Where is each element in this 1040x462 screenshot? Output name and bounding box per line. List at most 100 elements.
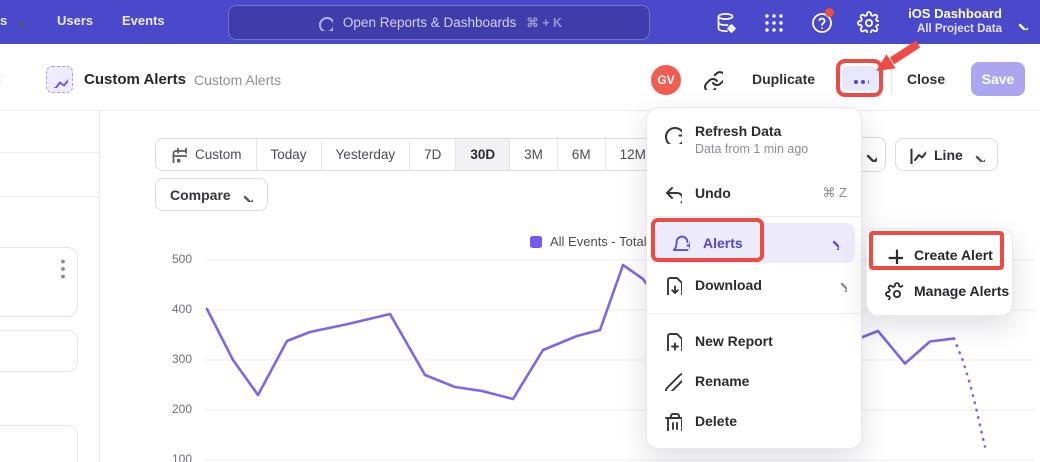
- delete-label: Delete: [695, 413, 737, 429]
- range-custom-label: Custom: [195, 147, 242, 162]
- plus-icon: [885, 246, 903, 264]
- card-kebab-menu-icon[interactable]: [51, 257, 65, 283]
- menu-item-rename[interactable]: Rename: [647, 362, 863, 400]
- y-tick-label: 500: [148, 252, 192, 266]
- chevron-down-icon: [862, 147, 877, 162]
- compare-button[interactable]: Compare: [155, 178, 268, 211]
- undo-icon: [663, 184, 682, 203]
- range-yesterday[interactable]: Yesterday: [322, 139, 411, 170]
- pencil-icon: [663, 372, 682, 391]
- alert-card[interactable]: [0, 247, 78, 317]
- app-window: 500400300200100 All Events - Total s Use…: [0, 0, 1040, 462]
- submenu-item-manage-alerts[interactable]: Manage Alerts: [875, 275, 1006, 307]
- data-management-icon[interactable]: [714, 11, 736, 33]
- project-title: iOS Dashboard: [908, 5, 1002, 22]
- left-panel-row-divider: [0, 152, 99, 153]
- series-line-projected[interactable]: [954, 339, 985, 447]
- save-button[interactable]: Save: [971, 62, 1025, 96]
- more-options-button[interactable]: [842, 66, 878, 91]
- alerts-label: Alerts: [703, 235, 743, 251]
- range-7d[interactable]: 7D: [410, 139, 456, 170]
- search-placeholder: Open Reports & Dashboards: [343, 15, 516, 30]
- menu-item-undo[interactable]: Undo ⌘ Z: [647, 174, 863, 212]
- create-alert-label: Create Alert: [914, 247, 993, 263]
- help-notification-badge: [825, 8, 834, 17]
- page-title: Custom Alerts: [84, 71, 186, 88]
- chevron-down-icon: [14, 14, 27, 27]
- y-tick-label: 300: [148, 352, 192, 366]
- calendar-icon: [170, 146, 187, 163]
- file-download-icon: [663, 276, 682, 295]
- alert-card[interactable]: [0, 425, 78, 462]
- report-type-icon[interactable]: [46, 66, 73, 93]
- nav-item-boards-label: s: [0, 13, 7, 28]
- new-report-label: New Report: [695, 333, 773, 349]
- y-tick-label: 100: [148, 452, 192, 462]
- gear-icon: [885, 282, 903, 300]
- menu-separator: [647, 313, 863, 314]
- undo-shortcut: ⌘ Z: [822, 185, 847, 201]
- undo-label: Undo: [695, 185, 731, 201]
- line-chart-icon: [908, 146, 926, 164]
- project-subtitle: All Project Data: [908, 22, 1002, 36]
- refresh-data-sublabel: Data from 1 min ago: [695, 142, 808, 156]
- avatar[interactable]: GV: [651, 65, 681, 95]
- search-icon: [316, 14, 333, 31]
- range-6m[interactable]: 6M: [558, 139, 606, 170]
- refresh-icon: [663, 125, 682, 144]
- header-divider: [0, 110, 1040, 111]
- settings-gear-icon[interactable]: [857, 11, 879, 33]
- menu-item-new-report[interactable]: New Report: [647, 322, 863, 360]
- chevron-right-icon: [825, 236, 839, 250]
- alerts-submenu: Create Alert Manage Alerts: [866, 228, 1013, 316]
- menu-item-alerts[interactable]: Alerts: [655, 223, 855, 263]
- search-shortcut: ⌘ + K: [526, 15, 562, 30]
- legend-swatch[interactable]: [530, 236, 542, 248]
- left-panel-row-divider: [0, 196, 99, 197]
- more-options-menu: Refresh Data Data from 1 min ago Undo ⌘ …: [646, 107, 862, 449]
- chart-type-button[interactable]: Line: [895, 138, 998, 171]
- menu-item-download[interactable]: Download: [647, 265, 863, 305]
- nav-item-boards-cut[interactable]: s: [0, 13, 27, 28]
- file-plus-icon: [663, 332, 682, 351]
- y-axis-labels: 500400300200100: [148, 0, 192, 462]
- rename-label: Rename: [695, 373, 749, 389]
- project-selector[interactable]: iOS Dashboard All Project Data: [908, 5, 1002, 36]
- chevron-down-icon: [239, 188, 253, 202]
- y-tick-label: 400: [148, 302, 192, 316]
- duplicate-button[interactable]: Duplicate: [752, 71, 815, 87]
- ellipsis-icon: [851, 70, 869, 88]
- nav-item-events[interactable]: Events: [122, 13, 165, 28]
- date-range-control: Custom Today Yesterday 7D 30D 3M 6M 12M: [155, 138, 661, 171]
- menu-item-delete[interactable]: Delete: [647, 402, 863, 440]
- copy-link-icon[interactable]: [703, 70, 723, 90]
- alert-card[interactable]: [0, 330, 78, 372]
- legend-label: All Events - Total: [550, 234, 647, 249]
- header-vertical-divider: [891, 64, 892, 95]
- chart-type-label: Line: [934, 147, 963, 163]
- manage-alerts-label: Manage Alerts: [914, 283, 1009, 299]
- top-nav-bar: s Users Events Open Reports & Dashboards…: [0, 0, 1040, 44]
- bell-plus-icon: [671, 234, 690, 253]
- back-chevron-cut[interactable]: ‹: [0, 68, 2, 91]
- range-30d-selected[interactable]: 30D: [456, 139, 510, 170]
- chevron-down-icon: [1014, 16, 1028, 30]
- nav-item-users[interactable]: Users: [57, 13, 93, 28]
- apps-grid-icon[interactable]: [762, 11, 784, 33]
- range-today[interactable]: Today: [257, 139, 322, 170]
- menu-item-refresh-data[interactable]: Refresh Data Data from 1 min ago: [647, 116, 863, 164]
- chart-legend: All Events - Total: [530, 234, 647, 249]
- left-panel-divider: [99, 110, 100, 462]
- compare-label: Compare: [170, 187, 231, 203]
- refresh-data-label: Refresh Data: [695, 123, 808, 139]
- menu-separator: [647, 216, 863, 217]
- download-label: Download: [695, 277, 762, 293]
- chevron-right-icon: [833, 278, 847, 292]
- submenu-item-create-alert[interactable]: Create Alert: [875, 239, 1006, 271]
- global-search[interactable]: Open Reports & Dashboards ⌘ + K: [228, 5, 650, 40]
- breadcrumb[interactable]: Custom Alerts: [194, 72, 281, 88]
- trash-icon: [663, 412, 682, 431]
- range-3m[interactable]: 3M: [510, 139, 558, 170]
- close-button[interactable]: Close: [907, 71, 945, 87]
- range-custom[interactable]: Custom: [156, 139, 257, 170]
